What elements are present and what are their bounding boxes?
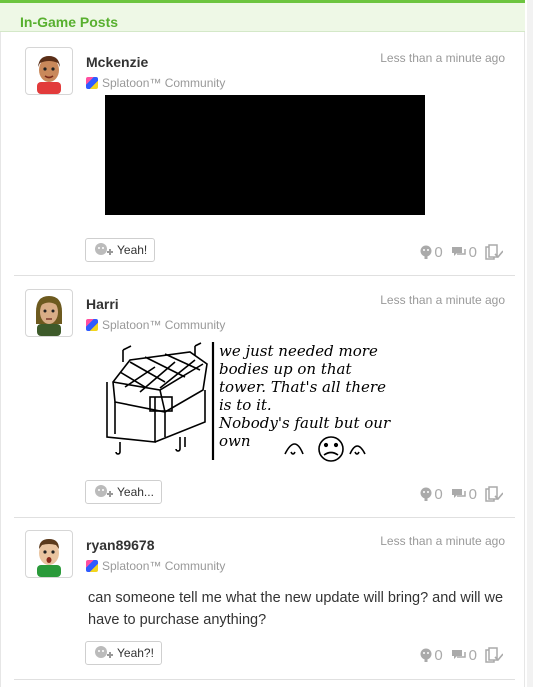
mii-avatar-icon	[36, 296, 62, 336]
panel-border	[0, 32, 1, 687]
drawing-line: tower. That's all there	[219, 378, 386, 396]
drawing-line: is to it.	[219, 396, 272, 414]
community-link[interactable]: Splatoon™ Community	[102, 318, 225, 332]
yeah-label: Yeah!	[117, 243, 148, 257]
spoiler-icon	[485, 647, 503, 663]
post-stats: 0 0	[412, 484, 505, 504]
spoiler-tag[interactable]	[485, 647, 505, 663]
post-stats: 0 0	[412, 242, 505, 262]
yeah-count: 0	[420, 486, 443, 503]
mii-avatar-icon	[37, 56, 61, 94]
yeah-count: 0	[420, 647, 443, 664]
community-link[interactable]: Splatoon™ Community	[102, 76, 225, 90]
post-item: Harri Splatoon™ Community Less than a mi…	[14, 289, 515, 518]
community-icon	[86, 319, 98, 331]
avatar[interactable]	[25, 47, 73, 95]
spoiler-icon	[485, 486, 503, 502]
post-screenshot[interactable]	[105, 95, 425, 215]
yeah-label: Yeah...	[117, 485, 154, 499]
avatar[interactable]	[25, 289, 73, 337]
post-drawing[interactable]: we just needed more bodies up on that to…	[105, 342, 425, 462]
post-author[interactable]: Mckenzie	[86, 54, 148, 70]
comment-icon	[451, 650, 466, 659]
post-community[interactable]: Splatoon™ Community	[86, 76, 225, 90]
drawing-line: bodies up on that	[219, 360, 352, 378]
yeah-button[interactable]: Yeah!	[85, 238, 156, 262]
drawing-line: we just needed more	[219, 342, 378, 360]
section-header: In-Game Posts	[0, 0, 525, 32]
yeah-face-icon	[420, 245, 432, 259]
post-author[interactable]: ryan89678	[86, 537, 155, 553]
yeah-count: 0	[420, 244, 443, 261]
post-body: can someone tell me what the new update …	[88, 590, 504, 628]
drawing-line: own	[219, 432, 251, 450]
yeah-face-icon	[420, 487, 432, 501]
yeah-icon	[95, 243, 113, 255]
comment-count: 0	[451, 647, 477, 664]
spoiler-icon	[485, 244, 503, 260]
post-timestamp: Less than a minute ago	[380, 51, 505, 65]
comment-count: 0	[451, 486, 477, 503]
community-link[interactable]: Splatoon™ Community	[102, 559, 225, 573]
post-author[interactable]: Harri	[86, 296, 119, 312]
mii-avatar-icon	[37, 539, 61, 577]
yeah-label: Yeah?!	[117, 646, 154, 660]
yeah-icon	[95, 646, 113, 658]
post-item: ryan89678 Splatoon™ Community Less than …	[14, 530, 515, 680]
scrollbar[interactable]	[527, 0, 533, 687]
panel-border	[524, 32, 525, 687]
post-timestamp: Less than a minute ago	[380, 293, 505, 307]
yeah-button[interactable]: Yeah?!	[85, 641, 162, 665]
yeah-face-icon	[420, 648, 432, 662]
community-icon	[86, 560, 98, 572]
comment-count: 0	[451, 244, 477, 261]
spoiler-tag[interactable]	[485, 486, 505, 502]
post-stats: 0 0	[412, 645, 505, 665]
comment-icon	[451, 489, 466, 498]
drawing-line: Nobody's fault but our	[218, 414, 391, 432]
post-item: Mckenzie Splatoon™ Community Less than a…	[14, 47, 515, 276]
post-community[interactable]: Splatoon™ Community	[86, 318, 225, 332]
yeah-button[interactable]: Yeah...	[85, 480, 162, 504]
spoiler-tag[interactable]	[485, 244, 505, 260]
yeah-icon	[95, 485, 113, 497]
post-timestamp: Less than a minute ago	[380, 534, 505, 548]
post-community[interactable]: Splatoon™ Community	[86, 559, 225, 573]
comment-icon	[451, 247, 466, 256]
community-icon	[86, 77, 98, 89]
section-title: In-Game Posts	[20, 14, 119, 30]
avatar[interactable]	[25, 530, 73, 578]
